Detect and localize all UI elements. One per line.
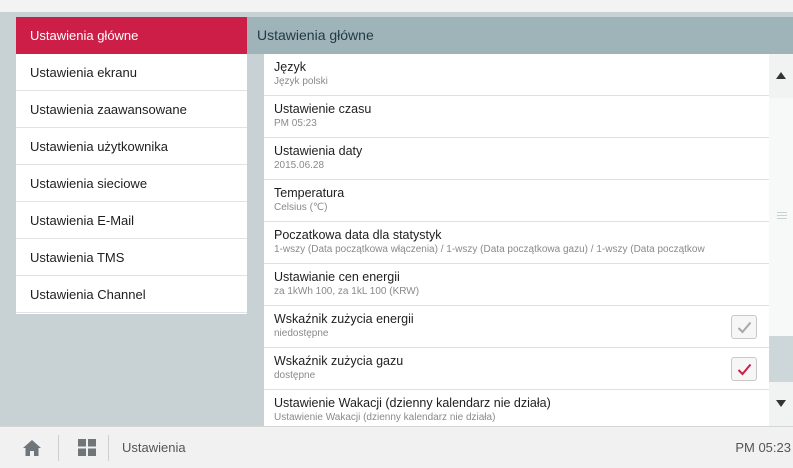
- checkmark-icon: [737, 321, 752, 334]
- sidebar: Ustawienia główne Ustawienia ekranu Usta…: [16, 17, 247, 314]
- setting-title: Wskaźnik zużycia energii: [274, 312, 414, 326]
- setting-title: Wskaźnik zużycia gazu: [274, 354, 404, 368]
- setting-row-language[interactable]: Język Język polski: [264, 54, 769, 96]
- setting-row-gas-indicator[interactable]: Wskaźnik zużycia gazu dostępne: [264, 348, 769, 390]
- sidebar-item-network[interactable]: Ustawienia sieciowe: [16, 165, 247, 202]
- checkmark-icon: [737, 363, 752, 376]
- setting-row-temperature[interactable]: Temperatura Celsius (℃): [264, 180, 769, 222]
- scrollbar[interactable]: [769, 54, 793, 426]
- page-title: Ustawienia główne: [247, 17, 793, 54]
- gas-indicator-checkbox[interactable]: [731, 357, 757, 381]
- sidebar-item-screen[interactable]: Ustawienia ekranu: [16, 54, 247, 91]
- setting-title: Ustawienia daty: [274, 144, 363, 158]
- sidebar-item-advanced[interactable]: Ustawienia zaawansowane: [16, 91, 247, 128]
- clock-time: PM 05:23: [735, 440, 791, 455]
- scroll-thumb[interactable]: [769, 98, 793, 336]
- setting-value: Język polski: [274, 76, 328, 87]
- setting-row-date[interactable]: Ustawienia daty 2015.06.28: [264, 138, 769, 180]
- setting-title: Ustawianie cen energii: [274, 270, 400, 284]
- setting-title: Temperatura: [274, 186, 345, 200]
- setting-value: niedostępne: [274, 328, 329, 339]
- sidebar-item-channel[interactable]: Ustawienia Channel: [16, 276, 247, 313]
- setting-title: Ustawienie czasu: [274, 102, 372, 116]
- energy-indicator-checkbox[interactable]: [731, 315, 757, 339]
- breadcrumb: Ustawienia: [122, 440, 186, 455]
- setting-row-energy-prices[interactable]: Ustawianie cen energii za 1kWh 100, za 1…: [264, 264, 769, 306]
- setting-title: Ustawienie Wakacji (dzienny kalendarz ni…: [274, 396, 551, 410]
- home-icon[interactable]: [22, 439, 42, 457]
- setting-row-statistics-start-date[interactable]: Poczatkowa data dla statystyk 1-wszy (Da…: [264, 222, 769, 264]
- setting-row-energy-indicator[interactable]: Wskaźnik zużycia energii niedostępne: [264, 306, 769, 348]
- apps-grid-icon[interactable]: [78, 439, 96, 456]
- setting-value: Ustawienie Wakacji (dzienny kalendarz ni…: [274, 412, 496, 423]
- setting-value: za 1kWh 100, za 1kL 100 (KRW): [274, 286, 420, 297]
- arrow-up-icon: [776, 72, 786, 79]
- settings-list: Język Język polski Ustawienie czasu PM 0…: [264, 54, 769, 426]
- setting-value: 1-wszy (Data początkowa włączenia) / 1-w…: [274, 244, 705, 255]
- top-strip: [0, 0, 793, 12]
- scroll-down-button[interactable]: [769, 382, 793, 426]
- scroll-track: [769, 336, 793, 382]
- sidebar-item-email[interactable]: Ustawienia E-Mail: [16, 202, 247, 239]
- setting-row-time[interactable]: Ustawienie czasu PM 05:23: [264, 96, 769, 138]
- scroll-up-button[interactable]: [769, 54, 793, 98]
- bottom-bar: Ustawienia PM 05:23: [0, 426, 793, 468]
- setting-title: Poczatkowa data dla statystyk: [274, 228, 442, 242]
- grip-icon: [777, 212, 787, 221]
- divider: [58, 435, 59, 461]
- divider: [108, 435, 109, 461]
- arrow-down-icon: [776, 400, 786, 407]
- setting-title: Język: [274, 60, 306, 74]
- setting-value: 2015.06.28: [274, 160, 325, 171]
- sidebar-item-general[interactable]: Ustawienia główne: [16, 17, 247, 54]
- sidebar-item-tms[interactable]: Ustawienia TMS: [16, 239, 247, 276]
- setting-value: dostępne: [274, 370, 316, 381]
- setting-value: Celsius (℃): [274, 202, 328, 213]
- setting-row-holiday[interactable]: Ustawienie Wakacji (dzienny kalendarz ni…: [264, 390, 769, 426]
- sidebar-item-user[interactable]: Ustawienia użytkownika: [16, 128, 247, 165]
- setting-value: PM 05:23: [274, 118, 317, 129]
